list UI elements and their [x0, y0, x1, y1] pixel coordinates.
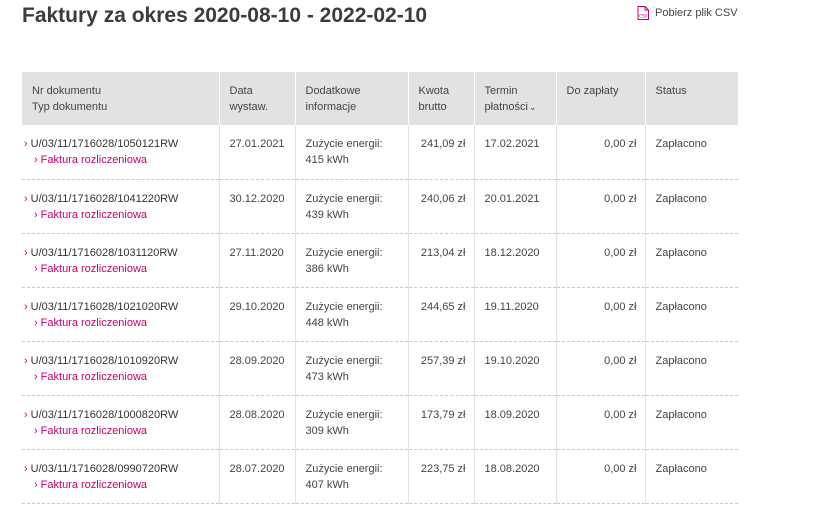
- document-number-link[interactable]: › U/03/11/1716028/1010920RW: [24, 353, 211, 369]
- col-header-document[interactable]: Nr dokumentu Typ dokumentu: [22, 72, 219, 125]
- table-row: › U/03/11/1716028/1021020RW › Faktura rozl…: [22, 287, 738, 342]
- chevron-right-icon: ›: [24, 354, 28, 367]
- cell-issue-date: 30.12.2020: [218, 179, 295, 234]
- document-number-link[interactable]: › U/03/11/1716028/1031120RW: [24, 245, 211, 261]
- cell-due-date: 19.10.2020: [473, 341, 556, 396]
- cell-status: Zapłacono: [644, 287, 738, 342]
- cell-document: › U/03/11/1716028/0990720RW › Faktura rozl…: [22, 449, 219, 504]
- table-row: › U/03/11/1716028/1041220RW › Faktura rozl…: [22, 179, 738, 234]
- table-row: › U/03/11/1716028/1010920RW › Faktura rozl…: [22, 341, 738, 396]
- cell-document: › U/03/11/1716028/1010920RW › Faktura rozl…: [22, 341, 219, 396]
- chevron-right-icon: ›: [34, 478, 38, 491]
- cell-gross-amount: 240,06 zł: [407, 179, 474, 234]
- cell-document: › U/03/11/1716028/1021020RW › Faktura rozl…: [22, 287, 219, 342]
- document-number-link[interactable]: › U/03/11/1716028/0990720RW: [24, 461, 211, 477]
- table-row: › U/03/11/1716028/1031120RW › Faktura rozl…: [22, 233, 738, 288]
- cell-additional-info: Zużycie energii: 386 kWh: [294, 233, 408, 288]
- chevron-right-icon: ›: [24, 462, 28, 475]
- cell-issue-date: 28.07.2020: [218, 449, 295, 504]
- col-header-to-pay[interactable]: Do zapłaty: [555, 72, 645, 125]
- cell-issue-date: 29.10.2020: [218, 287, 295, 342]
- download-csv-link[interactable]: CSV Pobierz plik CSV: [637, 6, 738, 20]
- cell-due-date: 18.08.2020: [473, 449, 556, 504]
- cell-gross-amount: 213,04 zł: [407, 233, 474, 288]
- cell-issue-date: 27.01.2021: [218, 125, 295, 180]
- cell-due-date: 18.09.2020: [473, 395, 556, 450]
- cell-status: Zapłacono: [644, 233, 738, 288]
- cell-to-pay: 0,00 zł: [555, 287, 645, 342]
- invoices-table: Nr dokumentu Typ dokumentu Data wystaw. …: [22, 72, 738, 504]
- cell-to-pay: 0,00 zł: [555, 179, 645, 234]
- cell-issue-date: 28.08.2020: [218, 395, 295, 450]
- chevron-right-icon: ›: [24, 138, 28, 150]
- table-header-row: Nr dokumentu Typ dokumentu Data wystaw. …: [22, 72, 738, 125]
- cell-status: Zapłacono: [644, 125, 738, 180]
- col-header-issue-date[interactable]: Data wystaw.: [218, 72, 295, 125]
- col-header-due-date[interactable]: Termin płatności⌄: [473, 72, 556, 125]
- document-type-link[interactable]: › Faktura rozliczeniowa: [34, 477, 211, 493]
- col-header-additional-info[interactable]: Dodatkowe informacje: [294, 72, 408, 125]
- cell-additional-info: Zużycie energii: 439 kWh: [294, 179, 408, 234]
- cell-gross-amount: 223,75 zł: [407, 449, 474, 504]
- table-row: › U/03/11/1716028/1000820RW › Faktura rozl…: [22, 395, 738, 450]
- document-number-link[interactable]: › U/03/11/1716028/1050121RW: [24, 136, 211, 152]
- cell-document: › U/03/11/1716028/1000820RW › Faktura rozl…: [22, 395, 219, 450]
- table-row: › U/03/11/1716028/0990720RW › Faktura rozl…: [22, 449, 738, 504]
- cell-due-date: 20.01.2021: [473, 179, 556, 234]
- cell-additional-info: Zużycie energii: 415 kWh: [294, 125, 408, 180]
- col-header-gross-amount[interactable]: Kwota brutto: [407, 72, 474, 125]
- document-type-link[interactable]: › Faktura rozliczeniowa: [34, 207, 211, 223]
- cell-to-pay: 0,00 zł: [555, 341, 645, 396]
- cell-to-pay: 0,00 zł: [555, 395, 645, 450]
- cell-to-pay: 0,00 zł: [555, 449, 645, 504]
- cell-to-pay: 0,00 zł: [555, 233, 645, 288]
- document-type-link[interactable]: › Faktura rozliczeniowa: [34, 423, 211, 439]
- page-title: Faktury za okres 2020-08-10 - 2022-02-10: [22, 4, 428, 27]
- chevron-right-icon: ›: [24, 300, 28, 313]
- cell-issue-date: 28.09.2020: [218, 341, 295, 396]
- cell-due-date: 17.02.2021: [473, 125, 556, 180]
- chevron-right-icon: ›: [24, 246, 28, 259]
- download-csv-label: Pobierz plik CSV: [655, 7, 738, 19]
- cell-additional-info: Zużycie energii: 309 kWh: [294, 395, 408, 450]
- document-number-link[interactable]: › U/03/11/1716028/1021020RW: [24, 299, 211, 315]
- document-type-link[interactable]: › Faktura rozliczeniowa: [34, 261, 211, 277]
- csv-file-icon: CSV: [637, 6, 649, 20]
- cell-additional-info: Zużycie energii: 448 kWh: [294, 287, 408, 342]
- chevron-right-icon: ›: [24, 192, 28, 205]
- cell-document: › U/03/11/1716028/1041220RW › Faktura rozl…: [22, 179, 219, 234]
- cell-status: Zapłacono: [644, 341, 738, 396]
- cell-issue-date: 27.11.2020: [218, 233, 295, 288]
- cell-gross-amount: 241,09 zł: [407, 125, 474, 180]
- cell-gross-amount: 244,65 zł: [407, 287, 474, 342]
- cell-status: Zapłacono: [644, 179, 738, 234]
- col-header-status[interactable]: Status: [644, 72, 738, 125]
- document-number-link[interactable]: › U/03/11/1716028/1041220RW: [24, 191, 211, 207]
- cell-additional-info: Zużycie energii: 407 kWh: [294, 449, 408, 504]
- cell-to-pay: 0,00 zł: [555, 125, 645, 180]
- chevron-right-icon: ›: [34, 154, 38, 166]
- table-row: › U/03/11/1716028/1050121RW › Faktura rozl…: [22, 125, 738, 180]
- chevron-right-icon: ›: [34, 208, 38, 221]
- document-type-link[interactable]: › Faktura rozliczeniowa: [34, 315, 211, 331]
- chevron-right-icon: ›: [34, 424, 38, 437]
- sort-desc-icon[interactable]: ⌄: [529, 102, 537, 112]
- document-type-link[interactable]: › Faktura rozliczeniowa: [34, 369, 211, 385]
- cell-gross-amount: 173,79 zł: [407, 395, 474, 450]
- document-number-link[interactable]: › U/03/11/1716028/1000820RW: [24, 407, 211, 423]
- chevron-right-icon: ›: [34, 262, 38, 275]
- svg-text:CSV: CSV: [639, 14, 647, 19]
- cell-document: › U/03/11/1716028/1050121RW › Faktura rozl…: [22, 125, 219, 180]
- cell-document: › U/03/11/1716028/1031120RW › Faktura rozl…: [22, 233, 219, 288]
- cell-due-date: 18.12.2020: [473, 233, 556, 288]
- cell-additional-info: Zużycie energii: 473 kWh: [294, 341, 408, 396]
- cell-due-date: 19.11.2020: [473, 287, 556, 342]
- document-type-link[interactable]: › Faktura rozliczeniowa: [34, 152, 211, 168]
- cell-status: Zapłacono: [644, 449, 738, 504]
- cell-status: Zapłacono: [644, 395, 738, 450]
- chevron-right-icon: ›: [34, 370, 38, 383]
- chevron-right-icon: ›: [24, 408, 28, 421]
- cell-gross-amount: 257,39 zł: [407, 341, 474, 396]
- chevron-right-icon: ›: [34, 316, 38, 329]
